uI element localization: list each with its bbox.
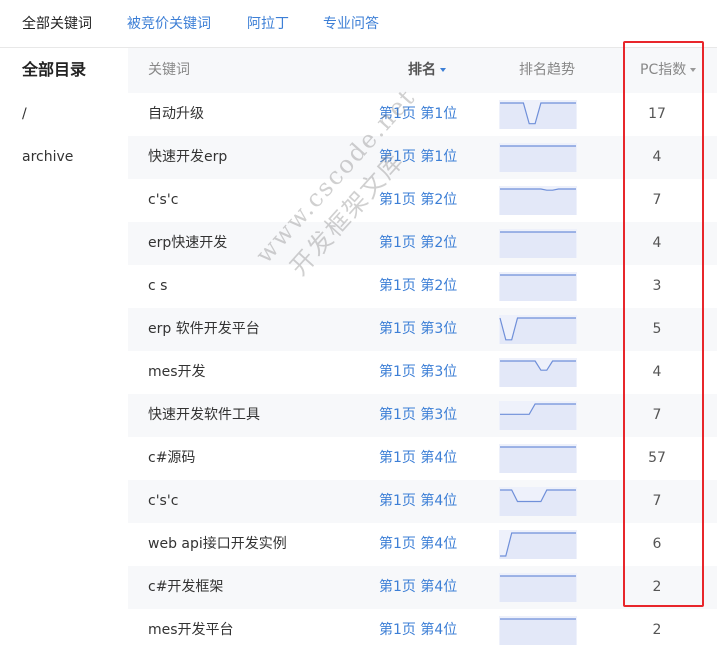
keyword-cell: c#开发框架 [148,579,224,595]
rank-link[interactable]: 第1页 第3位 [379,351,457,394]
rank-link[interactable]: 第1页 第2位 [379,222,457,265]
sort-caret-icon [690,68,697,72]
rank-trend-sparkline [499,401,577,430]
keyword-cell: c s [148,278,168,294]
rank-trend-sparkline [499,358,577,387]
tab-aladdin[interactable]: 阿拉丁 [247,0,289,48]
header-pc-index-label: PC指数 [640,62,687,78]
pc-index-cell: 2 [652,622,662,638]
keyword-cell: erp快速开发 [148,235,228,251]
rank-link[interactable]: 第1页 第1位 [379,93,457,136]
table-row: 自动升级 第1页 第1位 17 [128,93,717,136]
table-row: mes开发 第1页 第3位 4 [128,351,717,394]
keyword-cell: c's'c [148,192,179,208]
rank-link[interactable]: 第1页 第4位 [379,566,457,609]
table-row: erp 软件开发平台 第1页 第3位 5 [128,308,717,351]
rank-trend-sparkline [499,573,577,602]
rank-trend-sparkline [499,272,577,301]
header-pc-index-sort[interactable]: PC指数 [640,48,697,93]
keyword-table: 关键词 排名 排名趋势 PC指数 自动升级 第1页 第1位 17 快速开发erp 第1页… [128,48,717,645]
directory-sidebar: 全部目录 / archive [0,48,127,637]
table-row: mes开发平台 第1页 第4位 2 [128,609,717,652]
pc-index-cell: 7 [652,192,662,208]
keyword-cell: 快速开发erp [148,149,228,165]
keyword-cell: mes开发 [148,364,206,380]
pc-index-cell: 6 [652,536,662,552]
rank-link[interactable]: 第1页 第2位 [379,265,457,308]
table-row: 快速开发软件工具 第1页 第3位 7 [128,394,717,437]
keyword-cell: c's'c [148,493,179,509]
rank-link[interactable]: 第1页 第2位 [379,179,457,222]
pc-index-cell: 5 [652,321,662,337]
table-row: c#源码 第1页 第4位 57 [128,437,717,480]
keyword-cell: web api接口开发实例 [148,536,287,552]
table-row: 快速开发erp 第1页 第1位 4 [128,136,717,179]
rank-trend-sparkline [499,530,577,559]
header-trend: 排名趋势 [519,62,575,78]
rank-link[interactable]: 第1页 第4位 [379,523,457,566]
rank-trend-sparkline [499,143,577,172]
table-header: 关键词 排名 排名趋势 PC指数 [128,48,717,93]
rank-trend-sparkline [499,229,577,258]
rank-trend-sparkline [499,100,577,129]
pc-index-cell: 57 [648,450,666,466]
pc-index-cell: 4 [652,149,662,165]
rank-trend-sparkline [499,315,577,344]
table-row: c#开发框架 第1页 第4位 2 [128,566,717,609]
rank-trend-sparkline [499,616,577,645]
pc-index-cell: 3 [652,278,662,294]
header-rank-sort[interactable]: 排名 [408,48,446,93]
pc-index-cell: 7 [652,407,662,423]
pc-index-cell: 2 [652,579,662,595]
pc-index-cell: 4 [652,235,662,251]
rank-trend-sparkline [499,487,577,516]
table-row: c's'c 第1页 第2位 7 [128,179,717,222]
rank-link[interactable]: 第1页 第4位 [379,437,457,480]
keyword-cell: c#源码 [148,450,196,466]
rank-trend-sparkline [499,444,577,473]
pc-index-cell: 4 [652,364,662,380]
keyword-cell: 快速开发软件工具 [148,407,260,423]
table-row: web api接口开发实例 第1页 第4位 6 [128,523,717,566]
rank-link[interactable]: 第1页 第3位 [379,394,457,437]
sidebar-item-archive[interactable]: archive [22,145,73,169]
keyword-cell: mes开发平台 [148,622,234,638]
rank-trend-sparkline [499,186,577,215]
sidebar-item-root[interactable]: / [22,102,27,126]
table-row: c's'c 第1页 第4位 7 [128,480,717,523]
pc-index-cell: 7 [652,493,662,509]
header-keyword: 关键词 [148,62,190,78]
header-rank-label: 排名 [408,62,436,78]
tab-bid-keywords[interactable]: 被竞价关键词 [127,0,211,48]
keyword-tabs: 全部关键词 被竞价关键词 阿拉丁 专业问答 [0,0,717,48]
keyword-cell: 自动升级 [148,106,204,122]
sidebar-title: 全部目录 [22,60,87,79]
tab-all-keywords[interactable]: 全部关键词 [22,0,92,48]
table-row: c s 第1页 第2位 3 [128,265,717,308]
keyword-cell: erp 软件开发平台 [148,321,260,337]
rank-link[interactable]: 第1页 第1位 [379,136,457,179]
rank-link[interactable]: 第1页 第3位 [379,308,457,351]
rank-link[interactable]: 第1页 第4位 [379,609,457,652]
tab-qa[interactable]: 专业问答 [323,0,379,48]
table-row: erp快速开发 第1页 第2位 4 [128,222,717,265]
pc-index-cell: 17 [648,106,666,122]
rank-link[interactable]: 第1页 第4位 [379,480,457,523]
sort-caret-icon [440,68,446,72]
